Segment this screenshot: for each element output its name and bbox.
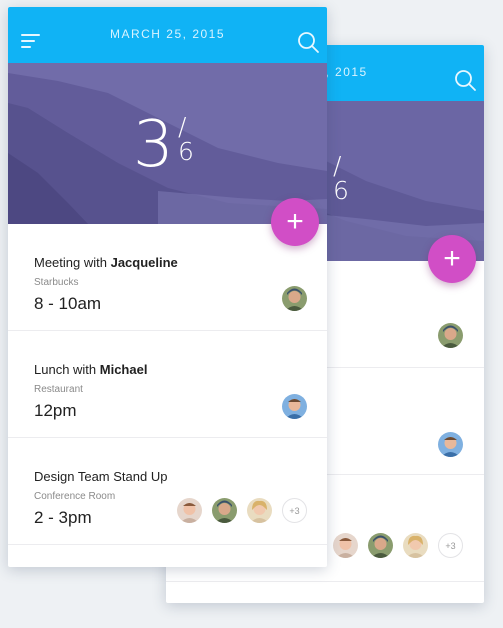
list-item[interactable]: Design Team Stand Up Conference Room 2 -… bbox=[8, 438, 327, 545]
event-title-name: Jacqueline bbox=[110, 255, 178, 270]
attendees bbox=[428, 432, 463, 457]
avatar[interactable] bbox=[282, 286, 307, 311]
header-bar: MARCH 25, 2015 bbox=[8, 7, 327, 63]
avatar[interactable] bbox=[282, 394, 307, 419]
attendees: +3 bbox=[323, 533, 463, 558]
date-label: MARCH 25, 2015 bbox=[109, 27, 226, 41]
avatar[interactable] bbox=[438, 323, 463, 348]
event-title-prefix: Lunch with bbox=[34, 362, 100, 377]
attendees bbox=[272, 394, 307, 419]
attendees bbox=[428, 323, 463, 348]
avatar[interactable] bbox=[247, 498, 272, 523]
event-title-prefix: Meeting with bbox=[34, 255, 111, 270]
event-location: Conference Room bbox=[34, 491, 116, 502]
event-location: Restaurant bbox=[34, 384, 83, 395]
event-time: 12pm bbox=[34, 401, 77, 420]
more-attendees-badge[interactable]: +3 bbox=[282, 498, 307, 523]
avatar[interactable] bbox=[212, 498, 237, 523]
avatar[interactable] bbox=[403, 533, 428, 558]
search-icon[interactable] bbox=[296, 30, 320, 54]
list-item[interactable]: Lunch with Michael Restaurant 12pm bbox=[8, 331, 327, 438]
add-button[interactable]: + bbox=[428, 235, 476, 283]
event-title-prefix: Design Team Stand Up bbox=[34, 469, 168, 484]
avatar[interactable] bbox=[177, 498, 202, 523]
event-title: Design Team Stand Up bbox=[34, 469, 167, 484]
avatar[interactable] bbox=[333, 533, 358, 558]
event-list: Meeting with Jacqueline Starbucks 8 - 10… bbox=[8, 224, 327, 545]
event-location: Starbucks bbox=[34, 277, 79, 288]
avatar[interactable] bbox=[368, 533, 393, 558]
event-time: 8 - 10am bbox=[34, 294, 102, 313]
event-title-name: Michael bbox=[99, 362, 148, 377]
search-icon[interactable] bbox=[453, 68, 477, 92]
event-title: Meeting with Jacqueline bbox=[34, 255, 178, 270]
hero-banner: 3 / 6 bbox=[8, 63, 327, 224]
more-attendees-badge[interactable]: +3 bbox=[438, 533, 463, 558]
task-current: 3 bbox=[133, 108, 174, 182]
attendees: +3 bbox=[167, 498, 307, 523]
event-title: Lunch with Michael bbox=[34, 362, 147, 377]
attendees bbox=[272, 286, 307, 311]
task-total: / 6 bbox=[178, 112, 194, 166]
front-card: MARCH 25, 2015 3 / 6 + Meeting with Jacq… bbox=[8, 7, 327, 567]
task-total: / 6 bbox=[333, 151, 349, 205]
add-button[interactable]: + bbox=[271, 198, 319, 246]
event-time: 2 - 3pm bbox=[34, 508, 92, 527]
avatar[interactable] bbox=[438, 432, 463, 457]
